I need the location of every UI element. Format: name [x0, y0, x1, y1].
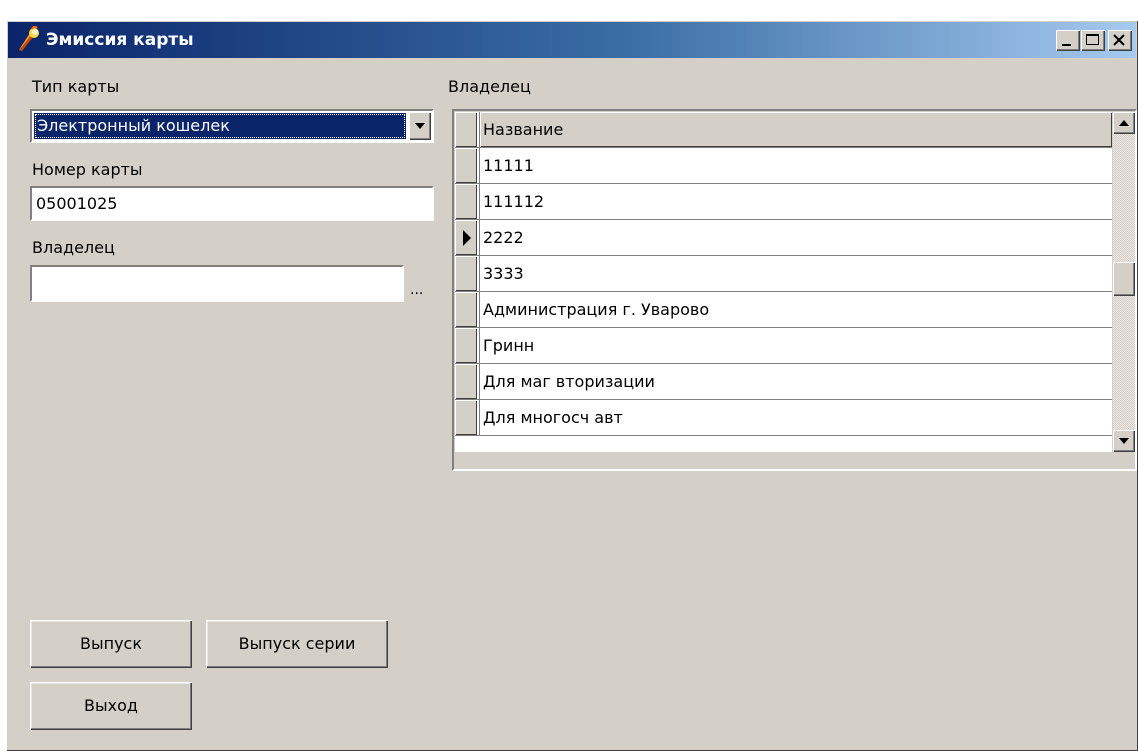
card-number-field[interactable]: 05001025 — [30, 186, 434, 221]
maximize-button[interactable] — [1081, 30, 1105, 51]
grid-header-row: Название — [455, 112, 1112, 148]
owner-grid[interactable]: Название 11111 111112 2222 3333 Админист… — [452, 109, 1137, 471]
app-torch-icon — [19, 26, 39, 51]
row-indicator[interactable] — [455, 256, 477, 291]
row-indicator[interactable] — [455, 292, 477, 327]
row-indicator[interactable] — [455, 148, 477, 183]
table-row[interactable]: 11111 — [455, 148, 1112, 184]
table-row[interactable]: Для многосч авт — [455, 400, 1112, 436]
window-title: Эмиссия карты — [46, 30, 194, 50]
row-indicator[interactable] — [455, 364, 477, 399]
vertical-scrollbar[interactable] — [1113, 112, 1135, 452]
column-header-name[interactable]: Название — [479, 112, 1112, 147]
card-type-label: Тип карты — [32, 77, 120, 96]
table-row[interactable]: Для маг вторизации — [455, 364, 1112, 400]
card-number-label: Номер карты — [32, 160, 143, 179]
header-indicator — [455, 112, 477, 147]
close-icon — [1113, 34, 1125, 46]
card-type-selected-value: Электронный кошелек — [34, 113, 406, 139]
row-indicator[interactable] — [455, 328, 477, 363]
minimize-icon — [1062, 44, 1071, 46]
scroll-thumb[interactable] — [1113, 262, 1135, 296]
card-emission-window: Эмиссия карты Тип карты Электронный коше… — [6, 20, 1138, 751]
table-cell[interactable]: 111112 — [479, 184, 1112, 219]
current-row-arrow-icon — [463, 230, 471, 246]
arrow-up-icon — [1119, 120, 1129, 126]
card-type-dropdown-button[interactable] — [409, 112, 431, 140]
maximize-icon — [1086, 34, 1099, 45]
table-row-current[interactable]: 2222 — [455, 220, 1112, 256]
issue-button[interactable]: Выпуск — [30, 620, 192, 668]
table-cell[interactable]: 2222 — [479, 220, 1112, 255]
row-indicator[interactable] — [455, 220, 477, 255]
table-row[interactable]: Гринн — [455, 328, 1112, 364]
table-cell[interactable]: Для маг вторизации — [479, 364, 1112, 399]
card-number-value: 05001025 — [36, 194, 118, 213]
row-indicator[interactable] — [455, 184, 477, 219]
chevron-down-icon — [415, 123, 425, 129]
table-cell[interactable]: Для многосч авт — [479, 400, 1112, 435]
exit-button[interactable]: Выход — [30, 682, 192, 730]
table-row[interactable]: 3333 — [455, 256, 1112, 292]
owner-grid-body: Название 11111 111112 2222 3333 Админист… — [455, 112, 1112, 452]
title-bar[interactable]: Эмиссия карты — [8, 22, 1136, 58]
table-row[interactable]: 111112 — [455, 184, 1112, 220]
scroll-up-button[interactable] — [1113, 112, 1135, 134]
arrow-down-icon — [1119, 438, 1129, 444]
card-type-select[interactable]: Электронный кошелек — [30, 109, 434, 143]
owner-label: Владелец — [32, 238, 115, 257]
close-button[interactable] — [1108, 30, 1132, 51]
minimize-button[interactable] — [1056, 30, 1080, 51]
table-row[interactable]: Администрация г. Уварово — [455, 292, 1112, 328]
owner-browse-button[interactable]: ... — [410, 282, 423, 298]
row-indicator[interactable] — [455, 400, 477, 435]
scroll-down-button[interactable] — [1113, 430, 1135, 452]
grid-label: Владелец — [448, 77, 531, 96]
table-cell[interactable]: 3333 — [479, 256, 1112, 291]
issue-series-button[interactable]: Выпуск серии — [206, 620, 388, 668]
table-cell[interactable]: Администрация г. Уварово — [479, 292, 1112, 327]
owner-field[interactable] — [30, 265, 404, 302]
table-cell[interactable]: Гринн — [479, 328, 1112, 363]
table-cell[interactable]: 11111 — [479, 148, 1112, 183]
